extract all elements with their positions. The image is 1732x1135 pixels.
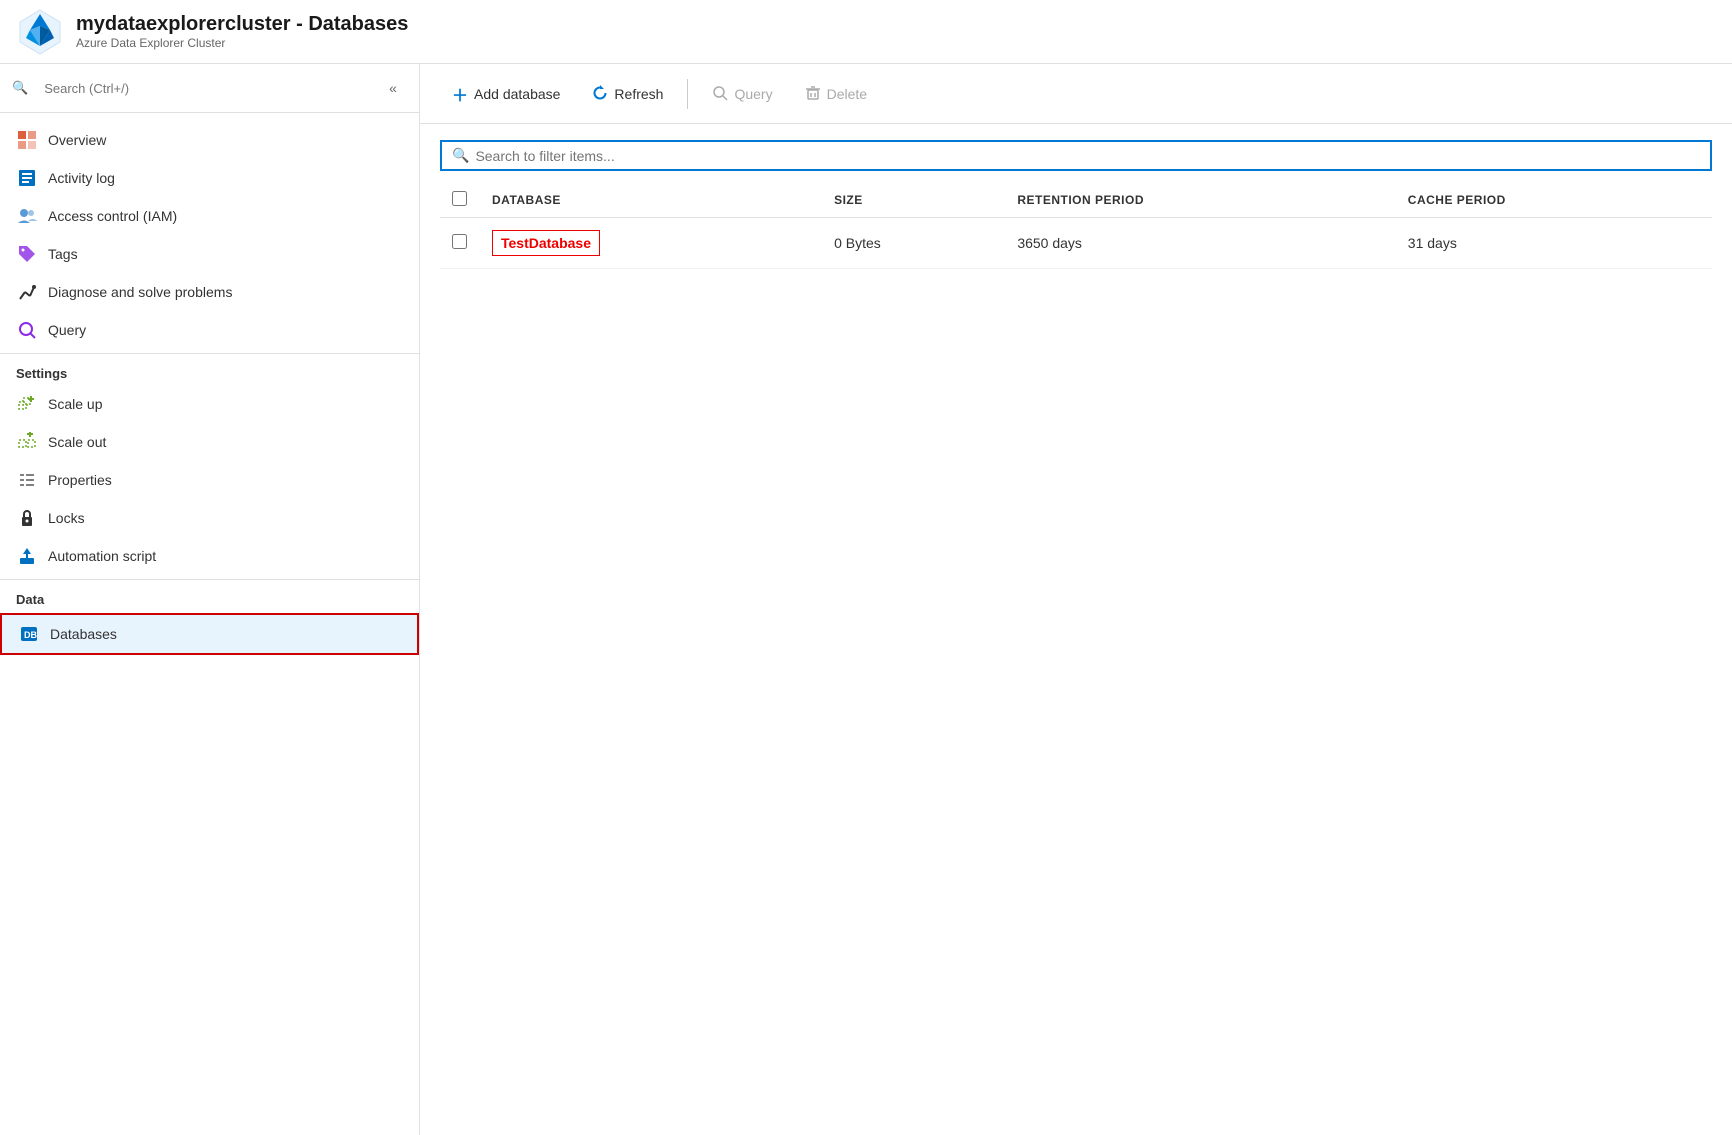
refresh-label: Refresh	[614, 86, 663, 102]
add-database-label: Add database	[474, 86, 560, 102]
col-header-database: DATABASE	[480, 183, 822, 218]
sidebar-search-input[interactable]	[34, 76, 373, 101]
properties-icon	[16, 469, 38, 491]
query-toolbar-icon	[712, 85, 728, 103]
tags-icon	[16, 243, 38, 265]
sidebar-search-area: 🔍 «	[0, 64, 419, 113]
toolbar: ＋ Add database Refresh	[420, 64, 1732, 124]
sidebar-item-label-properties: Properties	[48, 472, 112, 488]
sidebar-navigation: Overview Activity log	[0, 113, 419, 1135]
sidebar-item-scale-up[interactable]: Scale up	[0, 385, 419, 423]
select-all-checkbox[interactable]	[452, 191, 467, 206]
sidebar-item-label-iam: Access control (IAM)	[48, 208, 177, 224]
scale-out-icon	[16, 431, 38, 453]
delete-label: Delete	[827, 86, 867, 102]
sidebar-item-query[interactable]: Query	[0, 311, 419, 349]
sidebar-item-label-diagnose: Diagnose and solve problems	[48, 284, 232, 300]
databases-icon: DB	[18, 623, 40, 645]
sidebar-item-overview[interactable]: Overview	[0, 121, 419, 159]
filter-search-input[interactable]	[475, 148, 1700, 164]
iam-icon	[16, 205, 38, 227]
sidebar-item-diagnose[interactable]: Diagnose and solve problems	[0, 273, 419, 311]
delete-button[interactable]: Delete	[793, 79, 879, 109]
sidebar-item-label-scale-out: Scale out	[48, 434, 106, 450]
sidebar-item-label-scale-up: Scale up	[48, 396, 102, 412]
delete-icon	[805, 85, 821, 103]
page-title: mydataexplorercluster - Databases	[76, 13, 408, 36]
sidebar-item-activity-log[interactable]: Activity log	[0, 159, 419, 197]
sidebar-search-icon: 🔍	[12, 80, 28, 96]
sidebar-item-locks[interactable]: Locks	[0, 499, 419, 537]
query-label: Query	[734, 86, 772, 102]
sidebar-item-label-databases: Databases	[50, 626, 117, 642]
database-name-link[interactable]: TestDatabase	[492, 230, 600, 256]
activity-log-icon	[16, 167, 38, 189]
toolbar-divider	[687, 79, 688, 109]
scale-up-icon	[16, 393, 38, 415]
app-logo	[16, 8, 64, 56]
row-select-checkbox[interactable]	[452, 234, 467, 249]
filter-search-bar: 🔍	[440, 140, 1712, 171]
sidebar-collapse-button[interactable]: «	[379, 74, 407, 102]
sidebar-item-tags[interactable]: Tags	[0, 235, 419, 273]
app-header: mydataexplorercluster - Databases Azure …	[0, 0, 1732, 64]
locks-icon	[16, 507, 38, 529]
data-section-header: Data	[0, 579, 419, 611]
filter-search-icon: 🔍	[452, 147, 469, 164]
database-cache-cell: 31 days	[1396, 218, 1712, 269]
databases-table: DATABASE SIZE RETENTION PERIOD CACHE PER…	[440, 183, 1712, 269]
add-icon: ＋	[452, 82, 468, 106]
sidebar-item-properties[interactable]: Properties	[0, 461, 419, 499]
query-icon	[16, 319, 38, 341]
sidebar-item-scale-out[interactable]: Scale out	[0, 423, 419, 461]
diagnose-icon	[16, 281, 38, 303]
databases-content: 🔍 DATABASE SIZE RETENTION PERIOD CACHE P…	[420, 124, 1732, 1135]
sidebar-item-label-automation: Automation script	[48, 548, 156, 564]
svg-text:DB: DB	[24, 630, 37, 640]
sidebar-item-label-activity: Activity log	[48, 170, 115, 186]
table-row: TestDatabase 0 Bytes 3650 days 31 days	[440, 218, 1712, 269]
refresh-button[interactable]: Refresh	[580, 79, 675, 109]
main-content: ＋ Add database Refresh	[420, 64, 1732, 1135]
refresh-icon	[592, 85, 608, 103]
page-subtitle: Azure Data Explorer Cluster	[76, 36, 408, 50]
col-header-cache: CACHE PERIOD	[1396, 183, 1712, 218]
add-database-button[interactable]: ＋ Add database	[440, 76, 572, 112]
sidebar-item-automation[interactable]: Automation script	[0, 537, 419, 575]
overview-icon	[16, 129, 38, 151]
sidebar-item-label-locks: Locks	[48, 510, 85, 526]
database-size-cell: 0 Bytes	[822, 218, 1005, 269]
col-header-size: SIZE	[822, 183, 1005, 218]
sidebar: 🔍 « Overview	[0, 64, 420, 1135]
sidebar-item-label-query: Query	[48, 322, 86, 338]
col-header-retention: RETENTION PERIOD	[1005, 183, 1395, 218]
sidebar-item-label-overview: Overview	[48, 132, 106, 148]
automation-icon	[16, 545, 38, 567]
database-name-cell: TestDatabase	[480, 218, 822, 269]
database-retention-cell: 3650 days	[1005, 218, 1395, 269]
sidebar-item-label-tags: Tags	[48, 246, 78, 262]
select-all-header	[440, 183, 480, 218]
app-title-block: mydataexplorercluster - Databases Azure …	[76, 13, 408, 50]
row-checkbox-cell	[440, 218, 480, 269]
settings-section-header: Settings	[0, 353, 419, 385]
sidebar-item-databases[interactable]: DB Databases	[0, 613, 419, 655]
query-button[interactable]: Query	[700, 79, 784, 109]
sidebar-item-iam[interactable]: Access control (IAM)	[0, 197, 419, 235]
